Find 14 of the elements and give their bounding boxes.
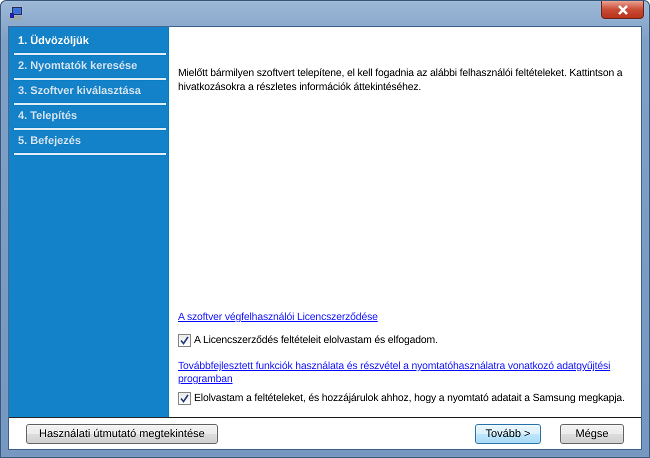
next-button[interactable]: Tovább > <box>475 424 541 444</box>
agreement-link[interactable]: Továbbfejlesztett funkciók használata és részvétel a nyomtatóhasználatra vonatkozó adatgyűjtési programban <box>178 360 635 386</box>
checkbox-label: A Licencszerződés feltételeit elolvastam és elfogadom. <box>194 335 438 346</box>
guide-button[interactable]: Használati útmutató megtekintése <box>26 424 218 444</box>
close-button[interactable] <box>601 1 644 19</box>
intro-text: Mielőtt bármilyen szoftvert telepítene, el kell fogadnia az alábbi felhasználói feltételeket. Kattintson a hivatkozásokra a részletes információk áttekintéséhez. <box>178 67 624 95</box>
checkbox[interactable] <box>178 392 191 405</box>
step-item[interactable]: 1. Üdvözöljük <box>14 30 166 55</box>
computer-icon <box>8 6 24 22</box>
close-icon <box>616 4 628 14</box>
checkbox-label: Elolvastam a feltételeket, és hozzájárulok ahhoz, hogy a nyomtató adatait a Samsung megkapja. <box>194 393 625 404</box>
cancel-button[interactable]: Mégse <box>560 424 624 444</box>
checkbox[interactable] <box>178 334 191 347</box>
agreement-link[interactable]: A szoftver végfelhasználói Licencszerződése <box>178 311 378 324</box>
